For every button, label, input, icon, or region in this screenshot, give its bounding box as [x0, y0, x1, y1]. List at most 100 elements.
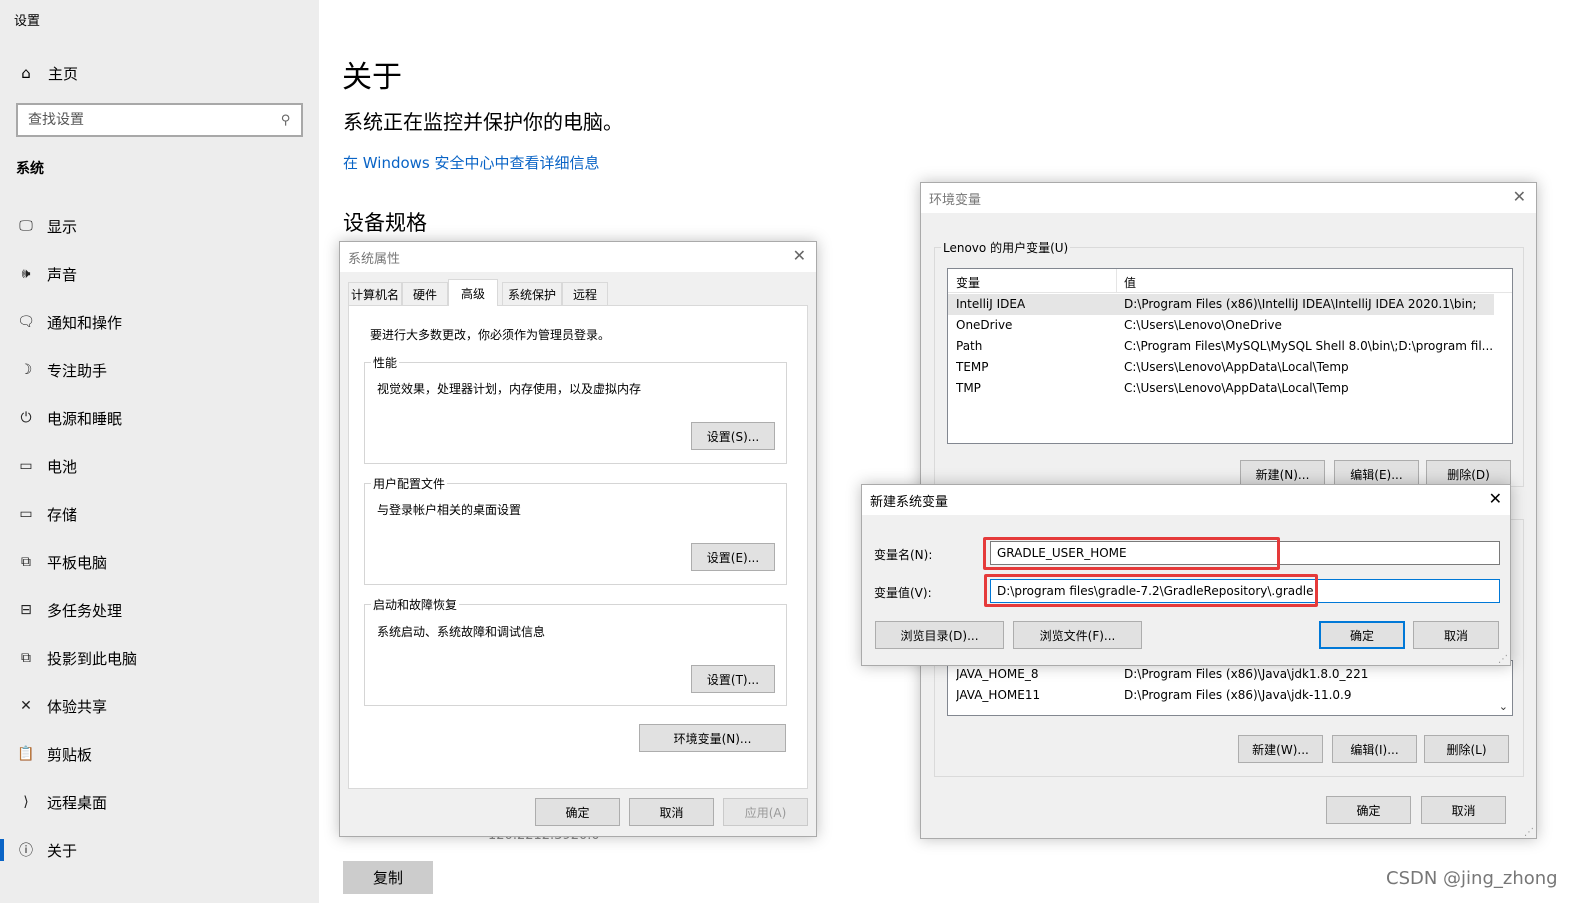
- sidebar-item-label: 通知和操作: [47, 313, 123, 332]
- environment-variables-button[interactable]: 环境变量(N)...: [639, 724, 786, 752]
- sidebar-item[interactable]: ⟩ 远程桌面: [0, 778, 319, 826]
- scroll-down-icon[interactable]: ⌄: [1499, 700, 1508, 713]
- resize-grip-icon[interactable]: ⋰: [1524, 827, 1534, 838]
- tab[interactable]: 高级: [448, 279, 498, 306]
- power-icon: ⏻: [20, 410, 32, 426]
- group-user-variables: Lenovo 的用户变量(U) 变量 值 IntelliJ IDEA D:\Pro…: [934, 239, 1524, 488]
- browse-file-button[interactable]: 浏览文件(F)...: [1013, 621, 1142, 649]
- table-row[interactable]: Path C:\Program Files\MySQL\MySQL Shell 8…: [948, 336, 1494, 357]
- sidebar-item-label: 声音: [47, 265, 78, 284]
- dialog-titlebar: 系统属性 ✕: [340, 242, 816, 272]
- variable-name-cell: IntelliJ IDEA: [956, 297, 1026, 311]
- variable-name-cell: JAVA_HOME_8: [956, 667, 1039, 681]
- group-legend: Lenovo 的用户变量(U): [941, 239, 1071, 256]
- multitask-icon: ⊟: [20, 602, 32, 618]
- close-icon[interactable]: ✕: [793, 246, 806, 266]
- browse-directory-button[interactable]: 浏览目录(D)...: [875, 621, 1004, 649]
- dialog-title: 环境变量: [929, 192, 982, 208]
- table-row[interactable]: OneDrive C:\Users\Lenovo\OneDrive: [948, 315, 1494, 336]
- table-row[interactable]: JAVA_HOME_8 D:\Program Files (x86)\Java\j…: [948, 664, 1494, 685]
- search-icon[interactable]: ⚲: [281, 113, 291, 128]
- variable-value-cell: C:\Users\Lenovo\AppData\Local\Temp: [1124, 381, 1349, 395]
- column-header-variable[interactable]: 变量: [956, 274, 980, 291]
- security-center-link[interactable]: 在 Windows 安全中心中查看详细信息: [343, 152, 600, 173]
- dialog-titlebar: 新建系统变量 ✕: [862, 485, 1510, 515]
- column-separator[interactable]: [1116, 269, 1117, 293]
- variable-value-label: 变量值(V):: [874, 586, 932, 600]
- table-row[interactable]: JAVA_HOME11 D:\Program Files (x86)\Java\j…: [948, 685, 1494, 706]
- watermark: CSDN @jing_zhong: [1386, 868, 1558, 889]
- tablet-icon: ⧉: [21, 554, 31, 570]
- sidebar-item-label: 平板电脑: [47, 553, 108, 572]
- variable-name-field[interactable]: [990, 541, 1500, 565]
- resize-grip-icon[interactable]: ⋰: [1498, 654, 1508, 665]
- table-row[interactable]: IntelliJ IDEA D:\Program Files (x86)\Inte…: [948, 294, 1494, 315]
- table-row[interactable]: TEMP C:\Users\Lenovo\AppData\Local\Temp: [948, 357, 1494, 378]
- sidebar-item-label: 关于: [47, 841, 78, 860]
- system-delete-button[interactable]: 删除(L): [1424, 735, 1509, 763]
- sidebar-item[interactable]: ⧉ 平板电脑: [0, 538, 319, 586]
- ok-button[interactable]: 确定: [535, 798, 620, 826]
- system-edit-button[interactable]: 编辑(I)...: [1332, 735, 1417, 763]
- speaker-icon: 🕪: [21, 266, 31, 282]
- sidebar-item[interactable]: 🕪 声音: [0, 250, 319, 298]
- sidebar-item-home[interactable]: ⌂ 主页: [16, 62, 78, 84]
- performance-settings-button[interactable]: 设置(S)...: [691, 422, 775, 450]
- protection-status-text: 系统正在监控并保护你的电脑。: [343, 110, 623, 134]
- device-spec-heading: 设备规格: [343, 211, 427, 235]
- sidebar-item[interactable]: ⧉ 投影到此电脑: [0, 634, 319, 682]
- variable-value-cell: C:\Users\Lenovo\OneDrive: [1124, 318, 1282, 332]
- sidebar-item[interactable]: ⓘ 关于: [0, 826, 319, 874]
- tab-panel-advanced: 要进行大多数更改，你必须作为管理员登录。 性能 视觉效果，处理器计划，内存使用，…: [348, 305, 808, 789]
- user-variables-list[interactable]: 变量 值 IntelliJ IDEA D:\Program Files (x86)…: [947, 268, 1513, 444]
- close-icon[interactable]: ✕: [1489, 489, 1502, 509]
- column-header-value[interactable]: 值: [1124, 274, 1136, 291]
- variable-value-cell: C:\Program Files\MySQL\MySQL Shell 8.0\b…: [1124, 339, 1494, 353]
- admin-note: 要进行大多数更改，你必须作为管理员登录。: [370, 328, 611, 342]
- sidebar-item[interactable]: 🖵 显示: [0, 202, 319, 250]
- sidebar-item-label: 多任务处理: [47, 601, 123, 620]
- tab[interactable]: 计算机名: [348, 282, 402, 306]
- sidebar-item-label: 体验共享: [47, 697, 108, 716]
- system-variables-list[interactable]: JAVA_HOME_8 D:\Program Files (x86)\Java\j…: [947, 660, 1513, 716]
- sidebar-item[interactable]: ▭ 存储: [0, 490, 319, 538]
- sidebar-item[interactable]: ✕ 体验共享: [0, 682, 319, 730]
- notification-icon: 🗨: [17, 314, 35, 330]
- system-new-button[interactable]: 新建(W)...: [1238, 735, 1323, 763]
- group-user-profiles: 用户配置文件 与登录帐户相关的桌面设置 设置(E)...: [364, 475, 787, 585]
- table-row[interactable]: TMP C:\Users\Lenovo\AppData\Local\Temp: [948, 378, 1494, 399]
- copy-button[interactable]: 复制: [343, 861, 433, 894]
- cancel-button[interactable]: 取消: [1413, 621, 1499, 649]
- search-input[interactable]: [28, 112, 282, 128]
- sidebar-item[interactable]: ⊟ 多任务处理: [0, 586, 319, 634]
- dialog-titlebar: 环境变量 ✕: [921, 183, 1536, 213]
- sidebar-item[interactable]: ☽ 专注助手: [0, 346, 319, 394]
- apply-button[interactable]: 应用(A): [723, 798, 808, 826]
- variable-value-cell: D:\Program Files (x86)\Java\jdk-11.0.9: [1124, 688, 1352, 702]
- tab[interactable]: 硬件: [402, 282, 448, 306]
- system-properties-dialog: 系统属性 ✕ 计算机名 硬件 高级 系统保护 远程 要进行大多数更改，你必须作为管理员登…: [339, 241, 817, 837]
- sidebar-item-label: 电池: [47, 457, 78, 476]
- sidebar-item[interactable]: 📋 剪贴板: [0, 730, 319, 778]
- profile-settings-button[interactable]: 设置(E)...: [691, 543, 775, 571]
- cancel-button[interactable]: 取消: [1421, 796, 1506, 824]
- variable-value-field[interactable]: [990, 579, 1500, 603]
- home-icon: ⌂: [21, 64, 31, 82]
- startup-settings-button[interactable]: 设置(T)...: [691, 665, 775, 693]
- sidebar-item-label: 电源和睡眠: [47, 409, 123, 428]
- ok-button[interactable]: 确定: [1319, 621, 1405, 649]
- tab[interactable]: 系统保护: [502, 282, 562, 306]
- sidebar-item[interactable]: 🗨 通知和操作: [0, 298, 319, 346]
- tab[interactable]: 远程: [562, 282, 608, 306]
- settings-search-box[interactable]: ⚲: [16, 103, 303, 137]
- dialog-title: 系统属性: [348, 251, 401, 267]
- sidebar-item-label: 剪贴板: [47, 745, 93, 764]
- sidebar-item[interactable]: ▭ 电池: [0, 442, 319, 490]
- group-startup-recovery: 启动和故障恢复 系统启动、系统故障和调试信息 设置(T)...: [364, 596, 787, 706]
- cancel-button[interactable]: 取消: [629, 798, 714, 826]
- ok-button[interactable]: 确定: [1326, 796, 1411, 824]
- close-icon[interactable]: ✕: [1513, 187, 1526, 207]
- sidebar-item-label: 显示: [47, 217, 78, 236]
- dialog-title: 新建系统变量: [870, 494, 949, 510]
- sidebar-item[interactable]: ⏻ 电源和睡眠: [0, 394, 319, 442]
